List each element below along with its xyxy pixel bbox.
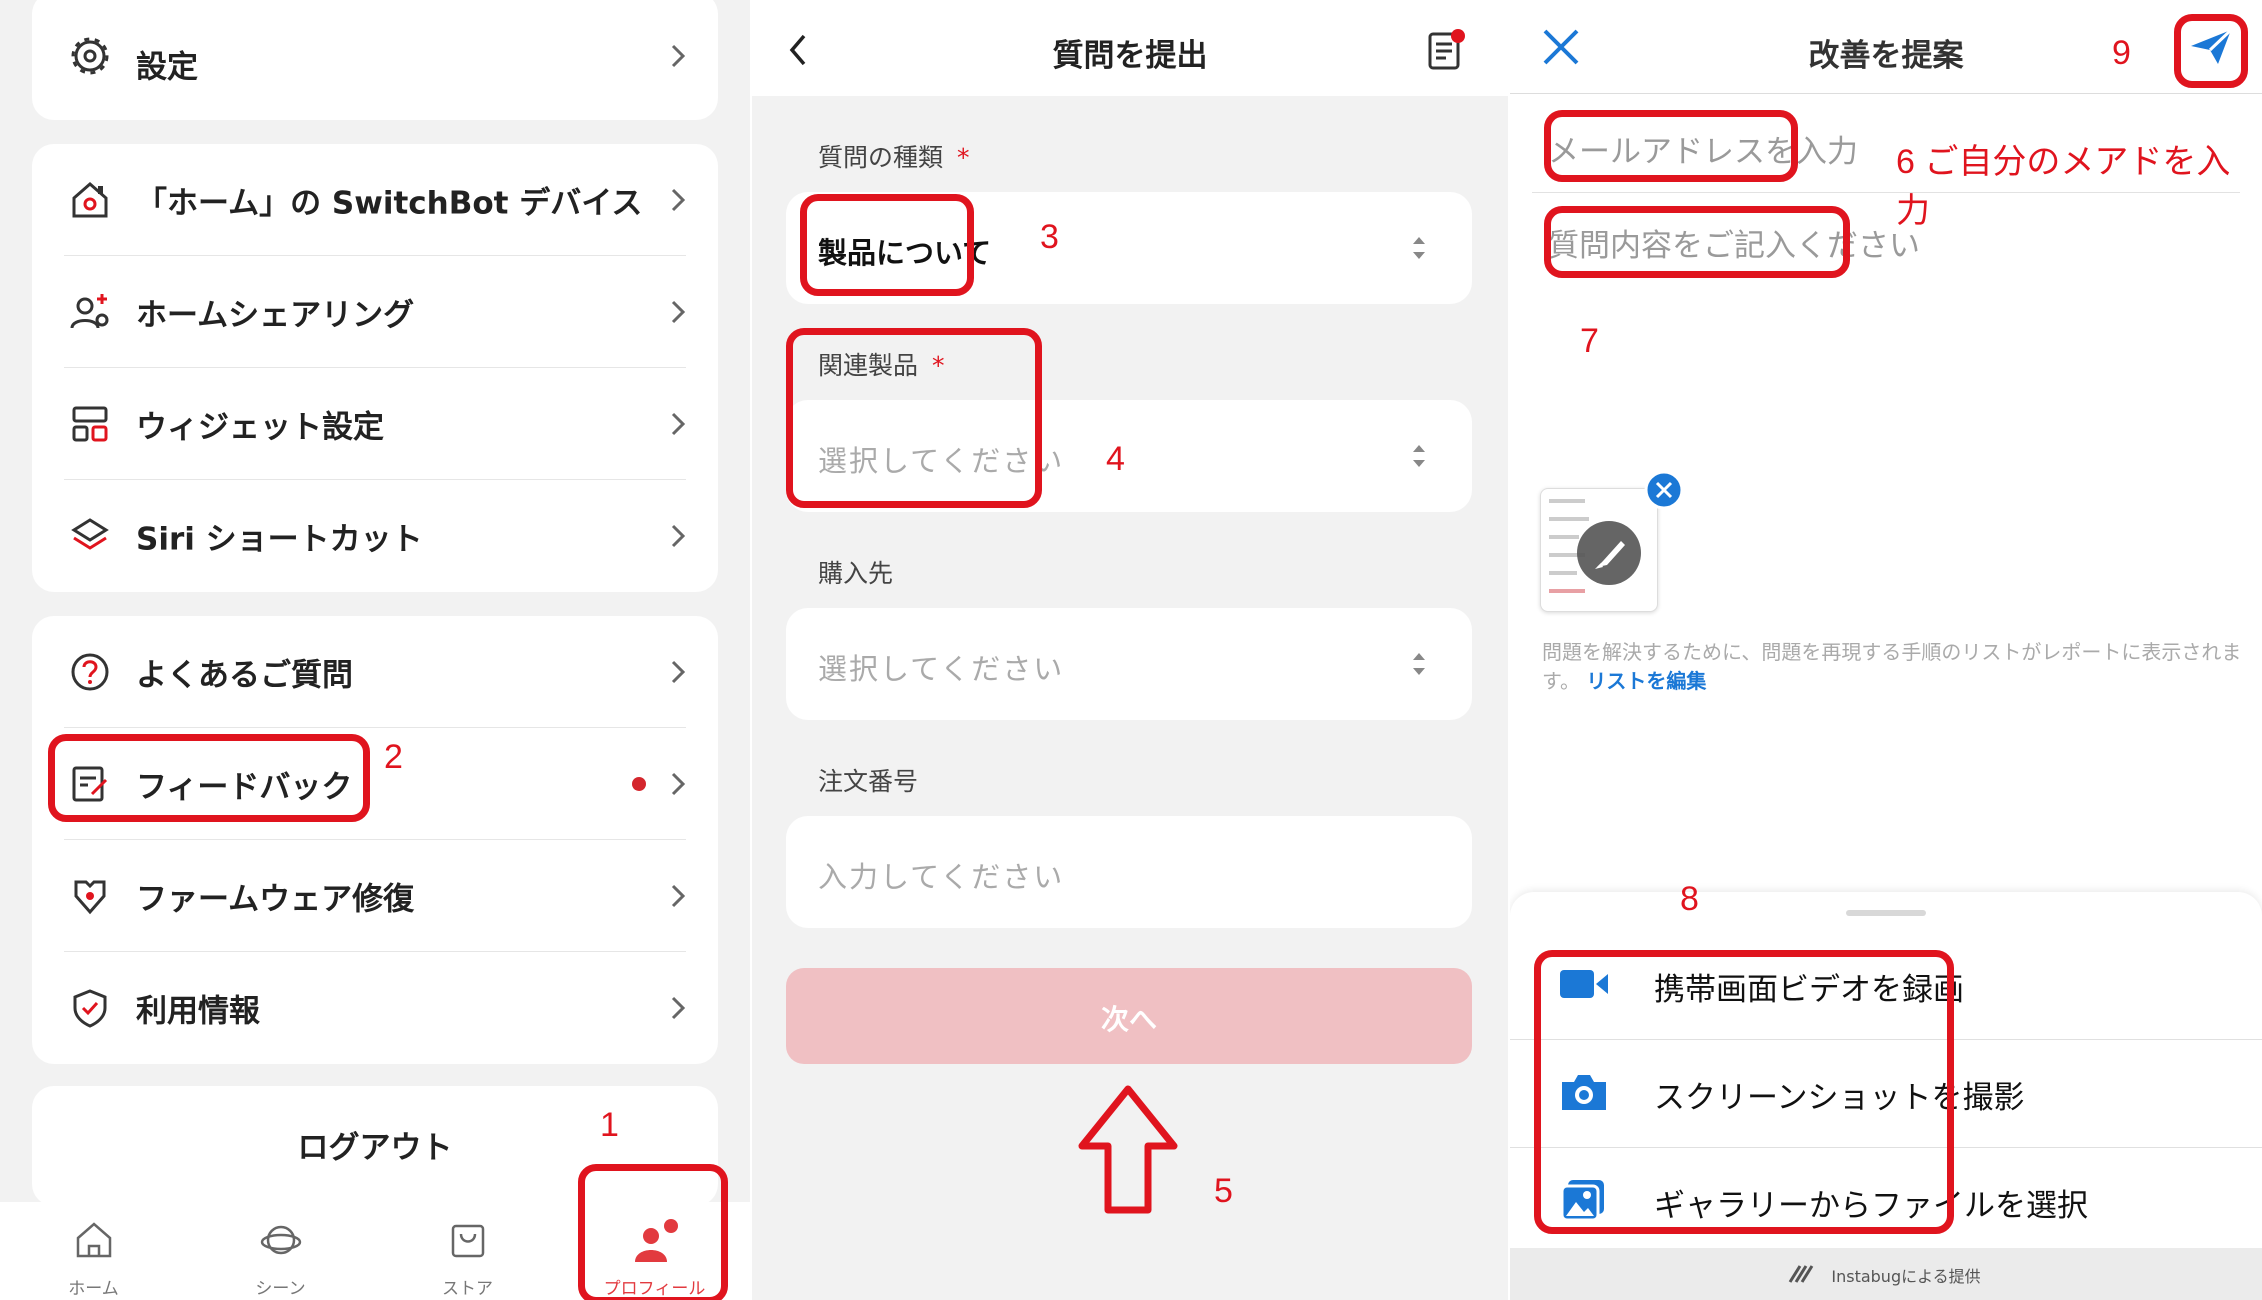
edit-list-link[interactable]: リストを編集 [1586, 669, 1706, 693]
firmware-icon [74, 880, 106, 915]
annotation-box-3 [800, 194, 974, 296]
order-number-placeholder: 入力してください [818, 860, 1065, 894]
updown-icon [1413, 653, 1425, 675]
menu-label-firmware: ファームウェア修復 [136, 881, 415, 918]
annotation-number-2: 2 [384, 738, 403, 776]
tab-label-scene: シーン [255, 1279, 306, 1299]
menu-label-terms: 利用情報 [136, 993, 260, 1030]
home-icon [76, 1222, 111, 1258]
store-select[interactable]: 選択してください [786, 608, 1472, 720]
annotation-box-9 [2174, 14, 2248, 88]
menu-item-faq[interactable]: よくあるご質問 [32, 616, 718, 728]
menu-item-firmware[interactable]: ファームウェア修復 [32, 840, 718, 952]
menu-label-settings: 設定 [136, 49, 198, 86]
annotation-number-7: 7 [1580, 322, 1599, 360]
tab-store[interactable]: ストア [374, 1202, 561, 1300]
chevron-right-icon [671, 996, 686, 1020]
profile-screen: 設定 「ホーム」の SwitchBot デバイス ホームシェアリング ウィジェッ… [0, 0, 750, 1300]
annotation-number-8: 8 [1680, 880, 1699, 918]
menu-item-settings[interactable]: 設定 [32, 0, 718, 120]
menu-item-widget[interactable]: ウィジェット設定 [32, 368, 718, 480]
menu-item-terms[interactable]: 利用情報 [32, 952, 718, 1064]
tab-label-home: ホーム [68, 1279, 119, 1299]
annotation-number-6: 6 ご自分のメアドを入力 [1896, 143, 2231, 230]
chevron-right-icon [671, 44, 686, 68]
edit-brush-icon [1577, 521, 1641, 585]
annotation-box-7 [1544, 206, 1850, 278]
menu-label-widget: ウィジェット設定 [136, 409, 384, 446]
settings-card: 設定 [32, 0, 718, 120]
annotation-box-4 [786, 328, 1042, 508]
annotation-box-2 [48, 734, 370, 822]
bag-icon [451, 1224, 484, 1258]
updown-icon [1413, 237, 1425, 259]
history-icon[interactable] [1426, 28, 1466, 72]
question-type-label: 質問の種類 * [818, 143, 970, 172]
layers-icon [71, 518, 109, 550]
order-number-input[interactable]: 入力してください [786, 816, 1472, 928]
remove-attachment-icon[interactable] [1644, 470, 1684, 510]
annotation-number-5: 5 [1214, 1172, 1233, 1210]
tab-home[interactable]: ホーム [0, 1202, 187, 1300]
shield-icon [73, 989, 107, 1028]
home-card: 「ホーム」の SwitchBot デバイス ホームシェアリング ウィジェット設定… [32, 144, 718, 592]
chevron-right-icon [671, 524, 686, 548]
annotation-box-6-email [1544, 110, 1798, 182]
annotation-number-9: 9 [2112, 34, 2131, 72]
store-label: 購入先 [818, 559, 894, 588]
updown-icon [1413, 445, 1425, 467]
annotation-box-8 [1534, 950, 1954, 1234]
tab-label-store: ストア [442, 1279, 493, 1299]
menu-label-faq: よくあるご質問 [136, 657, 353, 694]
help-icon [71, 653, 109, 691]
notification-dot [632, 777, 646, 791]
chevron-right-icon [671, 660, 686, 684]
annotation-number-3: 3 [1040, 218, 1059, 256]
menu-label-siri: Siri ショートカット [136, 521, 423, 558]
menu-item-home-sharing[interactable]: ホームシェアリング [32, 256, 718, 368]
widget-icon [72, 406, 108, 442]
nav-bar: 質問を提出 [752, 0, 1508, 96]
powered-by-label: Instabugによる提供 [1831, 1267, 1981, 1286]
chevron-right-icon [671, 188, 686, 212]
submit-question-screen: 質問を提出 質問の種類 * 製品について 関連製品 * 選択してください 購入先 選… [752, 0, 1508, 1300]
annotation-number-1: 1 [600, 1106, 619, 1144]
page-title: 改善を提案 [1808, 38, 1964, 74]
powered-by-bar: Instabugによる提供 [1510, 1248, 2262, 1300]
annotation-number-4: 4 [1106, 440, 1125, 478]
menu-item-siri[interactable]: Siri ショートカット [32, 480, 718, 592]
support-card: よくあるご質問 フィードバック ファームウェア修復 利用情報 [32, 616, 718, 1064]
menu-label-home-sharing: ホームシェアリング [136, 297, 415, 334]
share-user-icon [70, 294, 109, 329]
menu-label-home-devices: 「ホーム」の SwitchBot デバイス [136, 185, 643, 222]
suggest-improvement-screen: 改善を提案 メールアドレスを入力 質問内容をご記入ください 問題を解決するために… [1510, 0, 2262, 1300]
steps-note: 問題を解決するために、問題を再現する手順のリストがレポートに表示されます。 リス… [1542, 640, 2242, 693]
chevron-right-icon [671, 772, 686, 796]
sheet-handle[interactable] [1846, 910, 1926, 916]
store-placeholder: 選択してください [818, 652, 1065, 686]
menu-item-home-devices[interactable]: 「ホーム」の SwitchBot デバイス [32, 144, 718, 256]
up-arrow-annotation [1078, 1085, 1178, 1214]
page-title: 質問を提出 [1052, 38, 1208, 74]
chevron-right-icon [671, 884, 686, 908]
gear-icon [71, 37, 109, 75]
scene-icon [260, 1225, 301, 1255]
tab-scene[interactable]: シーン [187, 1202, 374, 1300]
next-button[interactable]: 次へ [786, 968, 1472, 1064]
home-device-icon [72, 182, 108, 218]
screenshot-thumbnail[interactable] [1540, 488, 1658, 612]
annotation-box-1 [578, 1164, 728, 1300]
nav-bar: 改善を提案 [1510, 0, 2262, 94]
next-button-label: 次へ [1100, 1003, 1157, 1036]
chevron-right-icon [671, 412, 686, 436]
screenshot-root: 設定 「ホーム」の SwitchBot デバイス ホームシェアリング ウィジェッ… [0, 0, 2262, 1300]
order-number-label: 注文番号 [818, 767, 919, 796]
chevron-right-icon [671, 300, 686, 324]
